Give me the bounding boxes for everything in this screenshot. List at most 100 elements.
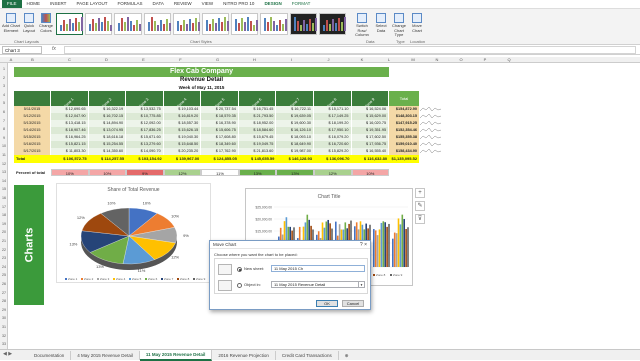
value-cell[interactable]: $ 16,378.90 (201, 120, 239, 127)
value-cell[interactable]: $ 17,836.25 (126, 127, 164, 134)
column-header[interactable]: M (401, 57, 425, 62)
value-cell[interactable]: $ 13,532.75 (126, 106, 164, 113)
row-header[interactable]: 14 (0, 179, 8, 183)
percent-cell[interactable]: 12% (313, 169, 352, 176)
value-cell[interactable]: $ 16,079.20 (313, 134, 352, 141)
chart-style-thumb[interactable] (231, 13, 259, 35)
column-header[interactable]: H (236, 57, 273, 62)
value-cell[interactable]: $ 17,950.10 (313, 127, 352, 134)
row-header[interactable]: 28 (0, 299, 8, 303)
column-header[interactable]: G (199, 57, 236, 62)
row-header[interactable]: 22 (0, 248, 8, 252)
value-cell[interactable]: $ 18,349.60 (201, 141, 239, 148)
total-cell[interactable]: $ 139,967.00 (164, 155, 202, 163)
value-cell[interactable]: $ 12,047.90 (51, 113, 89, 120)
value-cell[interactable]: $ 10,775.85 (126, 113, 164, 120)
date-cell[interactable]: 5/14/2015 (14, 127, 51, 134)
select-data-button[interactable]: Select Data (374, 13, 388, 33)
percent-cell[interactable]: 11% (201, 169, 239, 176)
value-cell[interactable]: $ 15,671.60 (126, 134, 164, 141)
value-cell[interactable]: $ 17,608.80 (201, 134, 239, 141)
total-cell[interactable]: $1,135,095.52 (389, 155, 419, 163)
row-total-cell[interactable]: $148,303.15 (389, 113, 419, 120)
chart-style-thumb[interactable] (114, 13, 142, 35)
value-cell[interactable]: $ 15,821.15 (51, 141, 89, 148)
value-cell[interactable]: $ 18,199.20 (313, 120, 352, 127)
column-header[interactable]: E (125, 57, 162, 62)
total-cell[interactable]: $ 136,096.70 (314, 155, 352, 163)
object-in-radio[interactable] (237, 283, 242, 288)
percent-cell[interactable]: 10% (351, 169, 390, 176)
ribbon-tab-file[interactable]: FILE (2, 0, 22, 8)
value-cell[interactable]: $ 19,040.30 (163, 134, 202, 141)
row-header[interactable]: 32 (0, 334, 8, 338)
value-cell[interactable]: $ 19,049.75 (238, 141, 277, 148)
sheet-tab[interactable]: Credit Card Transactions (276, 350, 339, 360)
switch-row-column-button[interactable]: Switch Row/ Column (352, 13, 372, 38)
value-cell[interactable]: $ 19,987.00 (276, 148, 314, 155)
value-cell[interactable]: $ 15,626.15 (163, 127, 202, 134)
row-header[interactable]: 20 (0, 230, 8, 234)
value-cell[interactable]: $ 14,894.90 (88, 120, 127, 127)
row-total-cell[interactable]: $152,354.46 (389, 127, 419, 134)
value-cell[interactable]: $ 18,649.90 (276, 141, 314, 148)
total-cell[interactable]: $ 114,257.55 (89, 155, 127, 163)
value-cell[interactable]: $ 18,557.30 (163, 120, 202, 127)
ribbon-tab-data[interactable]: DATA (148, 0, 169, 8)
row-header[interactable]: 31 (0, 325, 8, 329)
row-header[interactable]: 27 (0, 291, 8, 295)
chevron-down-icon[interactable]: ▾ (358, 282, 364, 288)
sheet-nav-arrows-icon[interactable]: ◀ ▶ (3, 351, 12, 357)
column-header[interactable]: P (473, 57, 497, 62)
value-cell[interactable]: $ 12,092.00 (126, 120, 164, 127)
row-header[interactable]: 13 (0, 170, 8, 174)
value-cell[interactable]: $ 16,524.06 (351, 106, 390, 113)
chart-style-thumb[interactable] (260, 13, 288, 35)
value-cell[interactable]: $ 16,555.40 (351, 148, 390, 155)
value-cell[interactable]: $ 12,690.65 (51, 106, 89, 113)
ribbon-tab-view[interactable]: VIEW (197, 0, 219, 8)
chart-styles-gallery[interactable] (56, 13, 347, 35)
row-total-cell[interactable]: $155,355.38 (389, 134, 419, 141)
ribbon-tab-review[interactable]: REVIEW (169, 0, 197, 8)
move-chart-button[interactable]: Move Chart (410, 13, 424, 33)
value-cell[interactable]: $ 16,322.19 (88, 106, 127, 113)
percent-cell[interactable]: 13% (276, 169, 314, 176)
new-sheet-input[interactable]: 11 May 2015 Ch (271, 265, 365, 272)
column-header[interactable]: D (88, 57, 125, 62)
sheet-tab[interactable]: 4 May 2015 Revenue Detail (71, 350, 140, 360)
row-header[interactable]: 24 (0, 265, 8, 269)
sheet-tab[interactable]: 2016 Revenue Projection (212, 350, 276, 360)
value-cell[interactable]: $ 16,020.75 (351, 120, 390, 127)
ok-button[interactable]: OK (316, 300, 338, 307)
value-cell[interactable]: $ 16,720.60 (313, 141, 352, 148)
change-colors-button[interactable]: Change Colors (38, 13, 54, 33)
value-cell[interactable]: $ 18,952.00 (238, 120, 277, 127)
value-cell[interactable]: $ 17,762.90 (201, 148, 239, 155)
column-header[interactable]: J (310, 57, 347, 62)
value-cell[interactable]: $ 15,171.10 (313, 106, 352, 113)
add-sheet-icon[interactable]: ⊕ (339, 351, 355, 360)
row-header[interactable]: 30 (0, 316, 8, 320)
ribbon-tab-design[interactable]: DESIGN (259, 0, 286, 8)
new-sheet-radio[interactable] (237, 267, 242, 272)
column-header[interactable]: L (377, 57, 401, 62)
chart-style-thumb[interactable] (56, 13, 84, 35)
column-header[interactable]: F (162, 57, 199, 62)
column-header[interactable]: O (449, 57, 473, 62)
value-cell[interactable]: $ 16,722.11 (276, 106, 314, 113)
date-cell[interactable]: 5/16/2015 (14, 141, 51, 148)
value-cell[interactable]: $ 18,579.35 (201, 113, 239, 120)
value-cell[interactable]: $ 21,813.60 (238, 148, 277, 155)
value-cell[interactable]: $ 15,629.00 (351, 113, 390, 120)
ribbon-tab-format[interactable]: FORMAT (287, 0, 316, 8)
row-total-cell[interactable]: $159,010.40 (389, 141, 419, 148)
row-total-cell[interactable]: $154,872.90 (389, 106, 419, 113)
value-cell[interactable]: $ 19,351.95 (351, 127, 390, 134)
chart-style-thumb[interactable] (318, 13, 347, 35)
quick-layout-button[interactable]: Quick Layout (22, 13, 36, 33)
total-cell[interactable]: $ 103,154.92 (126, 155, 164, 163)
chart-style-thumb[interactable] (172, 13, 201, 35)
row-header[interactable]: 6 (0, 110, 8, 114)
total-cell[interactable]: $ 106,572.75 (51, 155, 89, 163)
